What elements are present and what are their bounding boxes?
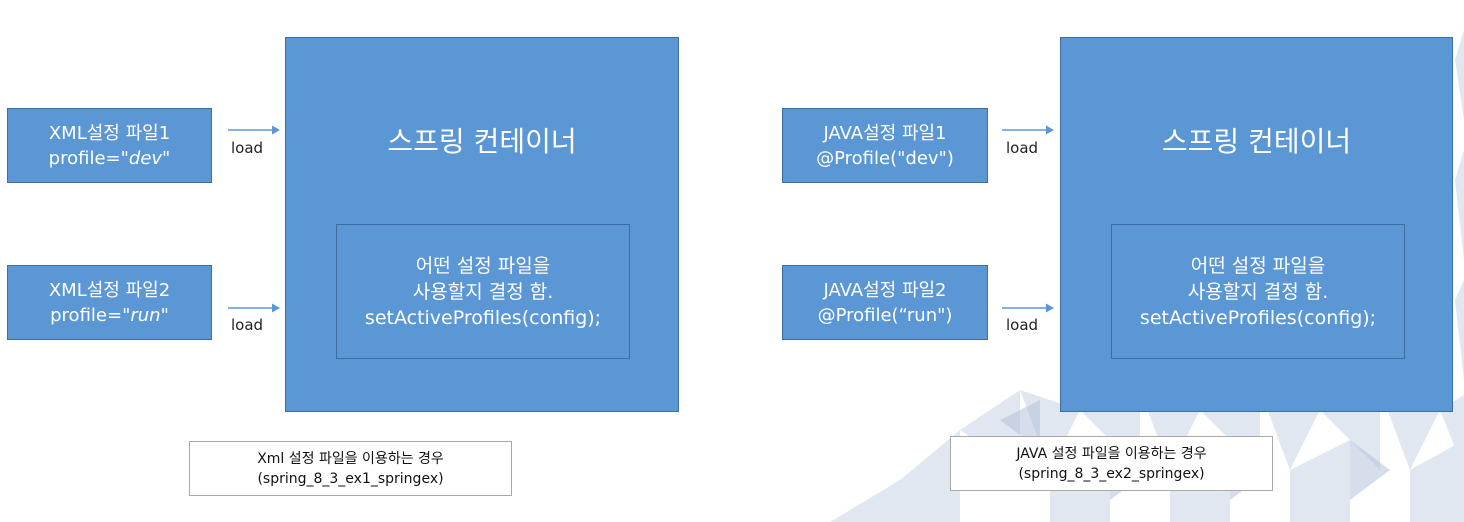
inner-line-2: 사용할지 결정 함. (1187, 280, 1329, 303)
java-file-2-title: JAVA설정 파일2 (823, 279, 947, 301)
load-arrow-icon (1002, 125, 1054, 135)
xml-caption: Xml 설정 파일을 이용하는 경우 (spring_8_3_ex1_sprin… (189, 441, 512, 496)
inner-line-3: setActiveProfiles(config); (1139, 306, 1377, 329)
inner-line-3: setActiveProfiles(config); (364, 306, 602, 329)
load-arrow-icon (228, 303, 280, 313)
xml-caption-line-1: Xml 설정 파일을 이용하는 경우 (257, 450, 444, 467)
load-label: load (231, 139, 264, 157)
spring-container: 스프링 컨테이너 어떤 설정 파일을 사용할지 결정 함. setActiveP… (1060, 37, 1453, 412)
inner-line-1: 어떤 설정 파일을 (1190, 254, 1326, 277)
load-label: load (1006, 316, 1039, 334)
java-caption: JAVA 설정 파일을 이용하는 경우 (spring_8_3_ex2_spri… (950, 436, 1273, 491)
xml-config-file-1: XML설정 파일1 profile="dev" (7, 108, 212, 183)
load-label: load (231, 316, 264, 334)
java-caption-line-1: JAVA 설정 파일을 이용하는 경우 (1016, 445, 1207, 462)
java-caption-line-2: (spring_8_3_ex2_springex) (1018, 465, 1205, 482)
java-file-1-annotation: @Profile("dev") (816, 147, 954, 169)
xml-file-1-title: XML설정 파일1 (48, 122, 171, 144)
inner-line-2: 사용할지 결정 함. (412, 280, 554, 303)
profile-selector-box: 어떤 설정 파일을 사용할지 결정 함. setActiveProfiles(c… (336, 224, 630, 359)
xml-file-2-profile-key: profile= (50, 304, 123, 326)
spring-container: 스프링 컨테이너 어떤 설정 파일을 사용할지 결정 함. setActiveP… (285, 37, 679, 412)
xml-file-1-profile-key: profile= (48, 147, 121, 169)
java-config-file-1: JAVA설정 파일1 @Profile("dev") (782, 108, 988, 183)
java-file-2-annotation: @Profile(“run") (817, 304, 953, 326)
xml-config-file-2: XML설정 파일2 profile="run" (7, 265, 212, 340)
load-arrow-icon (228, 125, 280, 135)
load-arrow-icon (1002, 303, 1054, 313)
profile-selector-box: 어떤 설정 파일을 사용할지 결정 함. setActiveProfiles(c… (1111, 224, 1405, 359)
spring-container-title: 스프링 컨테이너 (387, 125, 577, 158)
xml-file-2-profile-value: "run" (122, 304, 169, 326)
xml-caption-line-2: (spring_8_3_ex1_springex) (257, 470, 444, 487)
spring-container-title: 스프링 컨테이너 (1161, 125, 1352, 158)
xml-file-1-profile-value: "dev" (120, 147, 171, 169)
java-file-1-title: JAVA설정 파일1 (823, 122, 947, 144)
inner-line-1: 어떤 설정 파일을 (415, 254, 551, 277)
load-label: load (1006, 139, 1039, 157)
xml-file-2-title: XML설정 파일2 (48, 279, 171, 301)
java-config-file-2: JAVA설정 파일2 @Profile(“run") (782, 265, 988, 340)
